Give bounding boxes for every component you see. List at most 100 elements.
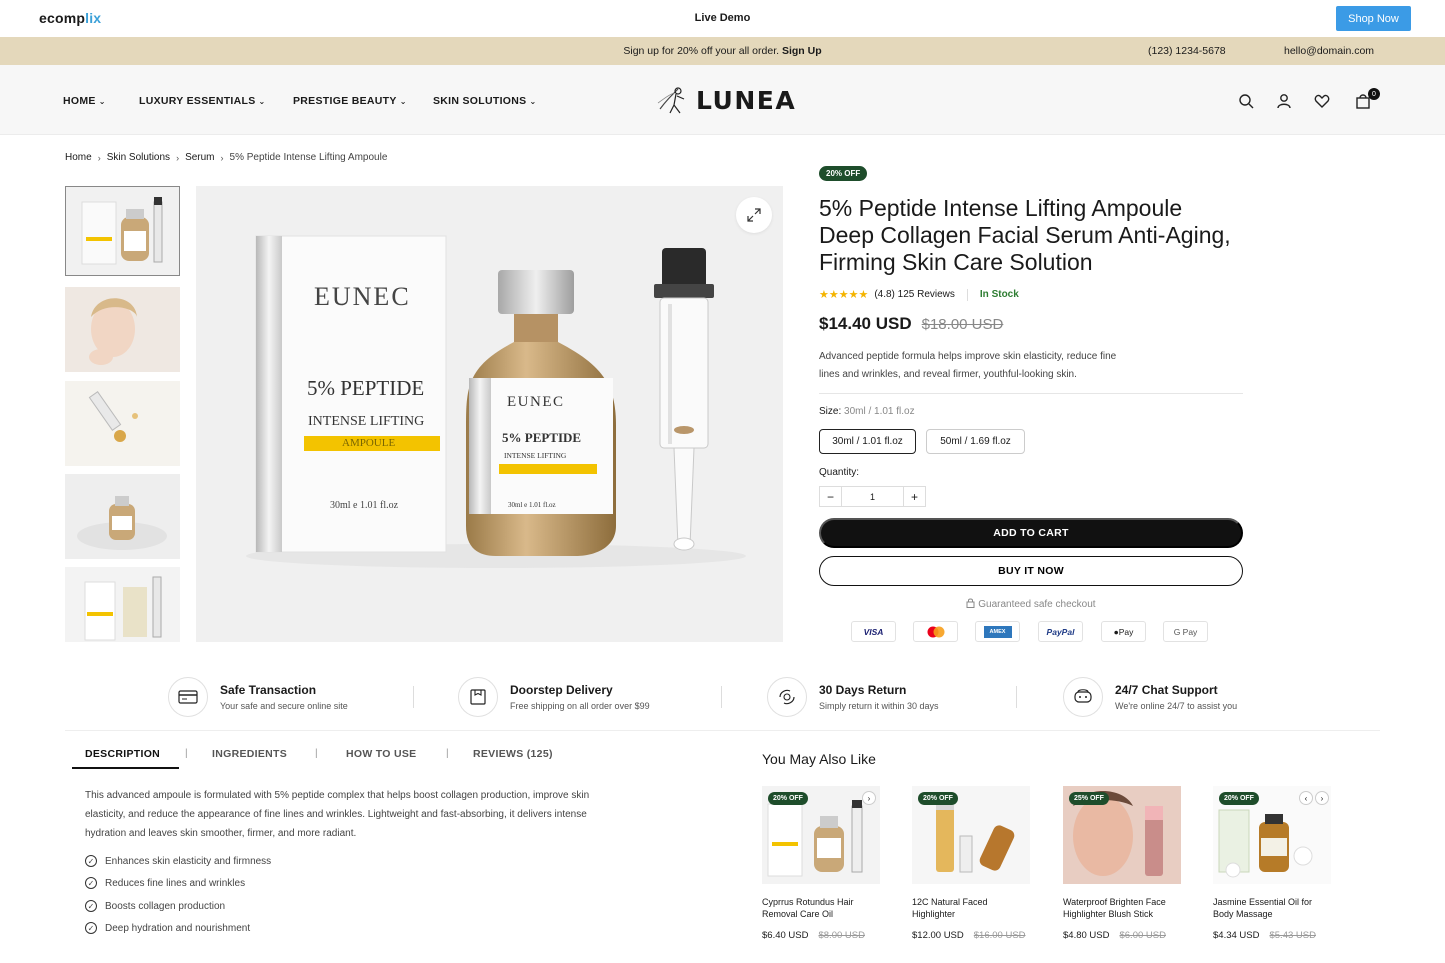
product-card-badge: 20% OFF [1219,792,1259,805]
feature-text: Doorstep Delivery Free shipping on all or… [510,683,650,711]
feature-chat-support: 24/7 Chat Support We're online 24/7 to as… [1063,677,1237,717]
quantity-minus-button[interactable]: − [820,487,841,506]
nav-item-skin-solutions[interactable]: SKIN SOLUTIONS ⌄ [433,95,536,107]
thumbnail-5[interactable] [65,567,180,642]
paypal-payment-icon: PayPal [1038,621,1083,642]
nav-item-luxury-essentials[interactable]: LUXURY ESSENTIALS ⌄ [139,95,266,107]
account-icon[interactable] [1276,93,1292,109]
rating-text[interactable]: (4.8) 125 Reviews [874,289,955,300]
nav-label: PRESTIGE BEAUTY [293,95,397,107]
tab-reviews[interactable]: REVIEWS (125) [473,748,553,760]
amex-payment-icon: AMEX [975,621,1020,642]
compare-price: $18.00 USD [921,315,1004,333]
tab-ingredients[interactable]: INGREDIENTS [212,748,287,760]
product-card-name[interactable]: Waterproof Brighten Face Highlighter Blu… [1063,896,1181,920]
box-brand: EUNEC [314,282,411,311]
nav-label: SKIN SOLUTIONS [433,95,527,107]
nav-label: HOME [63,95,96,107]
mastercard-payment-icon [913,621,958,642]
buy-now-button[interactable]: BUY IT NOW [819,556,1243,586]
breadcrumb-skin-solutions[interactable]: Skin Solutions [107,152,170,163]
benefit-item: ✓ Deep hydration and nourishment [85,922,250,934]
shop-now-button[interactable]: Shop Now [1336,6,1411,31]
star-rating-icon: ★★★★★ [819,289,869,301]
carousel-prev-arrow-icon[interactable]: ‹ [1299,791,1313,805]
breadcrumb-serum[interactable]: Serum [185,152,214,163]
divider [819,393,1243,394]
product-card-compare-price: $16.00 USD [973,930,1026,941]
product-card[interactable]: 20% OFF Cyprrus Rotundus Hair Removal Ca… [762,786,880,941]
thumbnail-2[interactable] [65,287,180,372]
product-card-price: $6.40 USD [762,930,809,941]
product-card-compare-price: $6.00 USD [1119,930,1166,941]
rating-row: ★★★★★ (4.8) 125 Reviews In Stock [819,288,1019,301]
stock-status: In Stock [979,289,1019,300]
product-card[interactable]: 20% OFF Jasmine Essential Oil for Body M… [1213,786,1331,941]
return-icon [767,677,807,717]
email-address[interactable]: hello@domain.com [1284,45,1374,57]
feature-text: Safe Transaction Your safe and secure onl… [220,683,348,711]
product-card-name[interactable]: Cyprrus Rotundus Hair Removal Care Oil [762,896,880,920]
tab-description[interactable]: DESCRIPTION [85,748,160,760]
feature-30-days-return: 30 Days Return Simply return it within 30… [767,677,939,717]
guarantee-text: Guaranteed safe checkout [978,599,1096,610]
quantity-label: Quantity: [819,467,860,478]
description-text: This advanced ampoule is formulated with… [85,790,590,839]
feature-title: 24/7 Chat Support [1115,683,1218,697]
product-title: 5% Peptide Intense Lifting Ampoule Deep … [819,195,1231,275]
nav-item-home[interactable]: HOME ⌄ [63,95,106,107]
divider [413,686,414,708]
product-card-name[interactable]: Jasmine Essential Oil for Body Massage [1213,896,1331,920]
breadcrumb-current: 5% Peptide Intense Lifting Ampoule [229,152,388,163]
phone-number[interactable]: (123) 1234-5678 [1148,45,1226,57]
chat-icon [1063,677,1103,717]
product-card[interactable]: 25% OFF Waterproof Brighten Face Highlig… [1063,786,1181,941]
feature-title: Doorstep Delivery [510,683,613,697]
benefit-text: Deep hydration and nourishment [105,922,251,934]
product-card-image: 25% OFF [1063,786,1181,884]
thumbnail-4[interactable] [65,474,180,559]
feature-title: Safe Transaction [220,683,317,697]
brand-logo[interactable]: LUNEA [656,83,796,117]
expand-icon [747,208,761,222]
box-volume: 30ml e 1.01 fl.oz [330,500,399,511]
card-next-arrow-icon[interactable]: › [862,791,876,805]
size-option-50ml[interactable]: 50ml / 1.69 fl.oz [926,429,1025,454]
heart-icon[interactable] [1314,93,1330,109]
size-option-30ml[interactable]: 30ml / 1.01 fl.oz [819,429,916,454]
size-selected-value: 30ml / 1.01 fl.oz [844,406,915,417]
thumbnail-3[interactable] [65,381,180,466]
quantity-stepper: − 1 + [819,486,926,507]
main-product-image[interactable]: EUNEC 5% PEPTIDE INTENSE LIFTING AMPOULE… [196,186,783,642]
breadcrumb-separator: › [176,152,180,163]
feature-safe-transaction: Safe Transaction Your safe and secure onl… [168,677,348,717]
quantity-plus-button[interactable]: + [904,487,925,506]
add-to-cart-button[interactable]: ADD TO CART [819,518,1243,548]
quantity-input[interactable]: 1 [841,487,904,506]
tab-how-to-use[interactable]: HOW TO USE [346,748,416,760]
search-icon[interactable] [1238,93,1254,109]
current-price: $14.40 USD [819,314,912,333]
carousel-next-arrow-icon[interactable]: › [1315,791,1329,805]
bottle-volume: 30ml e 1.01 fl.oz [508,501,556,509]
product-short-description: Advanced peptide formula helps improve s… [819,351,1117,380]
signup-link[interactable]: Sign Up [782,45,822,57]
check-circle-icon: ✓ [85,900,97,912]
thumbnail-1[interactable] [65,186,180,276]
product-card-name[interactable]: 12C Natural Faced Highlighter [912,896,1030,920]
card-icon [168,677,208,717]
breadcrumb-home[interactable]: Home [65,152,92,163]
product-card-price-row: $12.00 USD $16.00 USD [912,930,1030,941]
bottle-line2: INTENSE LIFTING [504,451,567,460]
check-circle-icon: ✓ [85,922,97,934]
divider [65,730,1380,731]
box-line2: INTENSE LIFTING [308,414,425,429]
discount-badge: 20% OFF [819,166,868,181]
nav-item-prestige-beauty[interactable]: PRESTIGE BEAUTY ⌄ [293,95,407,107]
announcement-text: Sign up for 20% off your all order. [623,45,780,57]
product-card-price: $12.00 USD [912,930,964,941]
expand-image-button[interactable] [736,197,772,233]
product-card[interactable]: 20% OFF 12C Natural Faced Highlighter $1… [912,786,1030,941]
features-bar: Safe Transaction Your safe and secure onl… [0,662,1445,732]
feature-title: 30 Days Return [819,683,907,697]
